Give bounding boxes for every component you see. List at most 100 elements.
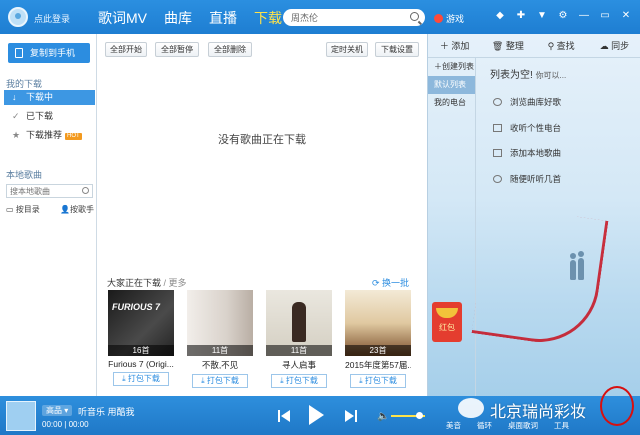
left-item-downloading[interactable]: ↓ 下载中 xyxy=(4,90,95,105)
wechat-icon xyxy=(458,398,484,418)
now-playing-cover[interactable] xyxy=(6,401,36,431)
personal-radio-option[interactable]: 收听个性电台 xyxy=(493,122,561,134)
more-link[interactable]: / 更多 xyxy=(164,278,187,288)
check-icon: ✓ xyxy=(12,111,20,121)
nav-lyrics-mv[interactable]: 歌词MV xyxy=(98,8,147,28)
search-icon[interactable] xyxy=(410,12,419,21)
my-radio-item[interactable]: 我的电台 xyxy=(428,94,475,112)
download-settings-button[interactable]: 下载设置 xyxy=(375,42,419,57)
album-card[interactable]: 11首 不散,不见 ⤓ 打包下载 xyxy=(187,290,253,388)
option-label: 随便听听几首 xyxy=(510,174,562,184)
cover-title: FURIOUS 7 xyxy=(112,302,161,312)
hot-badge: HOT xyxy=(65,133,82,140)
by-directory-button[interactable]: ▭ 按目录 xyxy=(6,204,40,215)
next-icon[interactable] xyxy=(344,409,358,423)
left-item-label: 下载中 xyxy=(26,92,54,102)
window-controls: ◆ ✚ ▼ ⚙ — ▭ ✕ xyxy=(494,10,632,21)
volume-icon[interactable]: 🔈 xyxy=(377,411,389,422)
create-list-label: 创建列表 xyxy=(442,62,474,71)
empty-list-title-text: 列表为空! xyxy=(490,70,533,81)
create-list-button[interactable]: ＋创建列表 xyxy=(428,58,475,76)
nav-live[interactable]: 直播 xyxy=(209,8,237,28)
pause-all-button[interactable]: 全部暂停 xyxy=(155,42,199,57)
album-cover[interactable]: FURIOUS 7 16首 xyxy=(108,290,174,356)
sort-row: ▭ 按目录 👤按歌手 xyxy=(6,204,94,215)
pack-download-button[interactable]: ⤓ 打包下载 xyxy=(192,374,248,388)
shield-icon[interactable]: ◆ xyxy=(494,10,506,21)
time-display: 00:00 | 00:00 xyxy=(42,420,89,429)
nav-download[interactable]: 下载 xyxy=(254,8,282,28)
add-local-option[interactable]: 添加本地歌曲 xyxy=(493,147,561,159)
album-card[interactable]: 23首 2015年度第57届... ⤓ 打包下载 xyxy=(345,290,411,388)
empty-message: 没有歌曲正在下载 xyxy=(218,134,306,146)
add-label: 添加 xyxy=(451,41,470,51)
red-envelope-icon[interactable]: 红包 xyxy=(432,302,462,342)
album-cover[interactable]: 23首 xyxy=(345,290,411,356)
login-link[interactable]: 点此登录 xyxy=(34,12,70,25)
album-cover[interactable]: 11首 xyxy=(187,290,253,356)
nav-library[interactable]: 曲库 xyxy=(164,8,192,28)
pack-download-button[interactable]: ⤓ 打包下载 xyxy=(113,372,169,386)
album-title[interactable]: Furious 7 (Origi... xyxy=(108,359,174,369)
previous-icon[interactable] xyxy=(277,409,291,423)
settings-icon[interactable]: ⚙ xyxy=(557,10,569,21)
option-label: 添加本地歌曲 xyxy=(510,148,562,158)
album-card[interactable]: 11首 寻人启事 ⤓ 打包下载 xyxy=(266,290,332,388)
sync-button[interactable]: ☁ 同步 xyxy=(588,34,640,57)
album-card[interactable]: FURIOUS 7 16首 Furious 7 (Origi... ⤓ 打包下载 xyxy=(108,290,174,386)
recommend-title: 大家正在下载 / 更多 xyxy=(107,276,187,289)
shirt-icon[interactable]: ▼ xyxy=(536,10,548,21)
search-box xyxy=(283,9,425,26)
browse-library-option[interactable]: 浏览曲库好歌 xyxy=(493,96,561,108)
organize-button[interactable]: 🗑 整理 xyxy=(481,34,534,57)
random-listen-option[interactable]: 随便听听几首 xyxy=(493,173,561,185)
pack-download-button[interactable]: ⤓ 打包下载 xyxy=(271,374,327,388)
album-title[interactable]: 寻人启事 xyxy=(266,359,332,371)
copy-to-phone-button[interactable]: 复制到手机 xyxy=(8,43,90,63)
refresh-button[interactable]: ⟳ 换一批 xyxy=(372,276,409,289)
pack-download-button[interactable]: ⤓ 打包下载 xyxy=(350,374,406,388)
maximize-icon[interactable]: ▭ xyxy=(599,10,611,21)
section-my-download: 我的下载 xyxy=(6,79,43,89)
sound-effect-button[interactable]: 美音 xyxy=(446,420,461,431)
minimize-icon[interactable]: — xyxy=(578,10,590,21)
skin-icon[interactable]: ✚ xyxy=(515,10,527,21)
delete-all-button[interactable]: 全部删除 xyxy=(208,42,252,57)
close-icon[interactable]: ✕ xyxy=(620,10,632,21)
main-nav: 歌词MV 曲库 直播 下载 xyxy=(98,8,299,28)
left-item-label: 已下载 xyxy=(26,111,54,121)
volume-knob[interactable] xyxy=(416,412,424,419)
left-item-downloaded[interactable]: ✓ 已下载 xyxy=(4,109,95,124)
game-icon xyxy=(434,14,443,23)
timed-shutdown-button[interactable]: 定时关机 xyxy=(326,42,368,57)
empty-list-sub: 你可以... xyxy=(535,71,567,80)
headphones-icon xyxy=(493,175,502,183)
quality-dropdown[interactable]: 高品 ▾ xyxy=(42,405,73,416)
find-button[interactable]: ⚲ 查找 xyxy=(535,34,588,57)
search-input[interactable] xyxy=(283,9,403,26)
current-time: 00:00 xyxy=(42,420,63,429)
add-button[interactable]: ＋ 添加 xyxy=(428,34,481,57)
red-envelope-label: 红包 xyxy=(439,323,455,332)
game-label: 游戏 xyxy=(446,14,465,24)
play-icon[interactable] xyxy=(309,405,324,425)
total-time: 00:00 xyxy=(68,420,89,429)
pack-download-label: 打包下载 xyxy=(127,374,160,383)
default-list-item[interactable]: 默认列表 xyxy=(428,76,475,94)
by-singer-label: 按歌手 xyxy=(70,205,94,214)
album-title[interactable]: 2015年度第57届... xyxy=(345,359,411,371)
now-playing-title: 听音乐 用酷我 xyxy=(78,407,135,417)
search-icon[interactable] xyxy=(82,187,89,194)
left-item-recommend[interactable]: ★ 下载推荐 HOT xyxy=(4,128,95,143)
red-circle-annotation xyxy=(600,386,634,426)
game-link[interactable]: 游戏 xyxy=(434,12,464,25)
avatar[interactable] xyxy=(8,7,28,27)
by-singer-button[interactable]: 👤按歌手 xyxy=(60,204,94,215)
local-search-input[interactable] xyxy=(7,185,81,197)
download-panel: 全部开始 全部暂停 全部删除 定时关机 下载设置 没有歌曲正在下载 大家正在下载… xyxy=(97,34,427,396)
find-label: 查找 xyxy=(556,41,575,51)
start-all-button[interactable]: 全部开始 xyxy=(105,42,147,57)
album-title[interactable]: 不散,不见 xyxy=(187,359,253,371)
album-cover[interactable]: 11首 xyxy=(266,290,332,356)
playlist-list: ＋创建列表 默认列表 我的电台 xyxy=(428,58,476,396)
